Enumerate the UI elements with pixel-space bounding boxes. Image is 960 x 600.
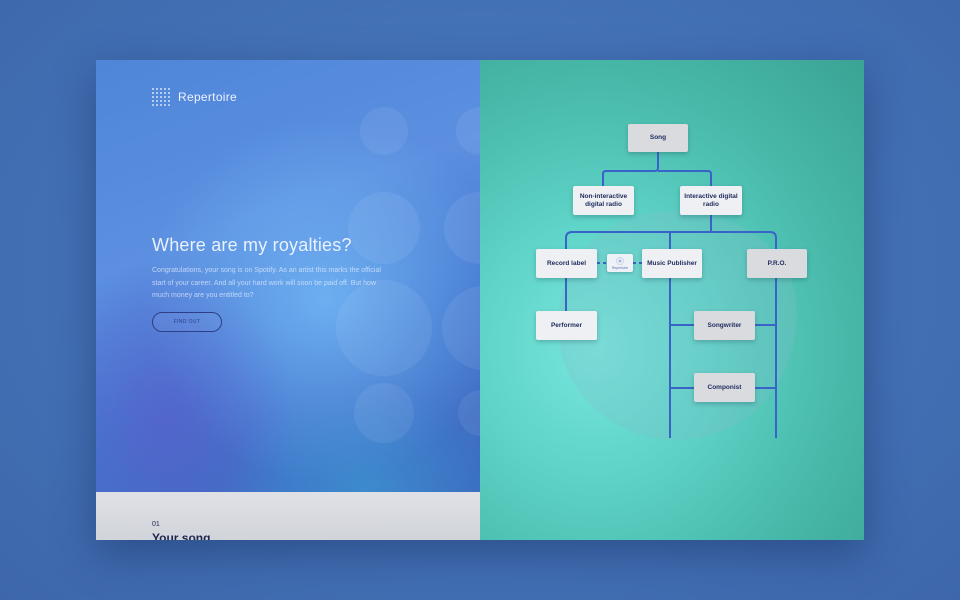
node-componist[interactable]: Componist [694, 373, 755, 402]
node-record-label[interactable]: Record label [536, 249, 597, 278]
node-interactive-radio[interactable]: Interactive digital radio [680, 186, 742, 215]
logo-dots-icon [152, 88, 170, 106]
find-out-button[interactable]: FIND OUT [152, 312, 222, 332]
hero-description: Congratulations, your song is on Spotify… [152, 267, 381, 299]
brand-name: Repertoire [178, 90, 238, 104]
brand-logo[interactable]: Repertoire [152, 88, 237, 106]
section-title: Your song [152, 531, 211, 540]
node-non-interactive-radio[interactable]: Non-interactive digital radio [573, 186, 634, 215]
page-frame: Repertoire Where are my royalties? Congr… [96, 60, 864, 540]
node-music-publisher[interactable]: Music Publisher [642, 249, 702, 278]
node-performer[interactable]: Performer [536, 311, 597, 340]
node-songwriter[interactable]: Songwriter [694, 311, 755, 340]
node-pro[interactable]: P.R.O. [747, 249, 807, 278]
hero-panel: Repertoire Where are my royalties? Congr… [96, 60, 480, 540]
repertoire-badge: Repertoire [607, 254, 633, 272]
node-song[interactable]: Song [628, 124, 688, 152]
page-title: Where are my royalties? [152, 235, 352, 255]
diagram-panel: Song Non-interactive digital radio Inter… [480, 60, 864, 540]
section-number: 01 [152, 521, 160, 528]
song-section: 01 Your song [96, 492, 480, 540]
repertoire-logo-icon [616, 256, 624, 265]
badge-label: Repertoire [611, 265, 629, 270]
